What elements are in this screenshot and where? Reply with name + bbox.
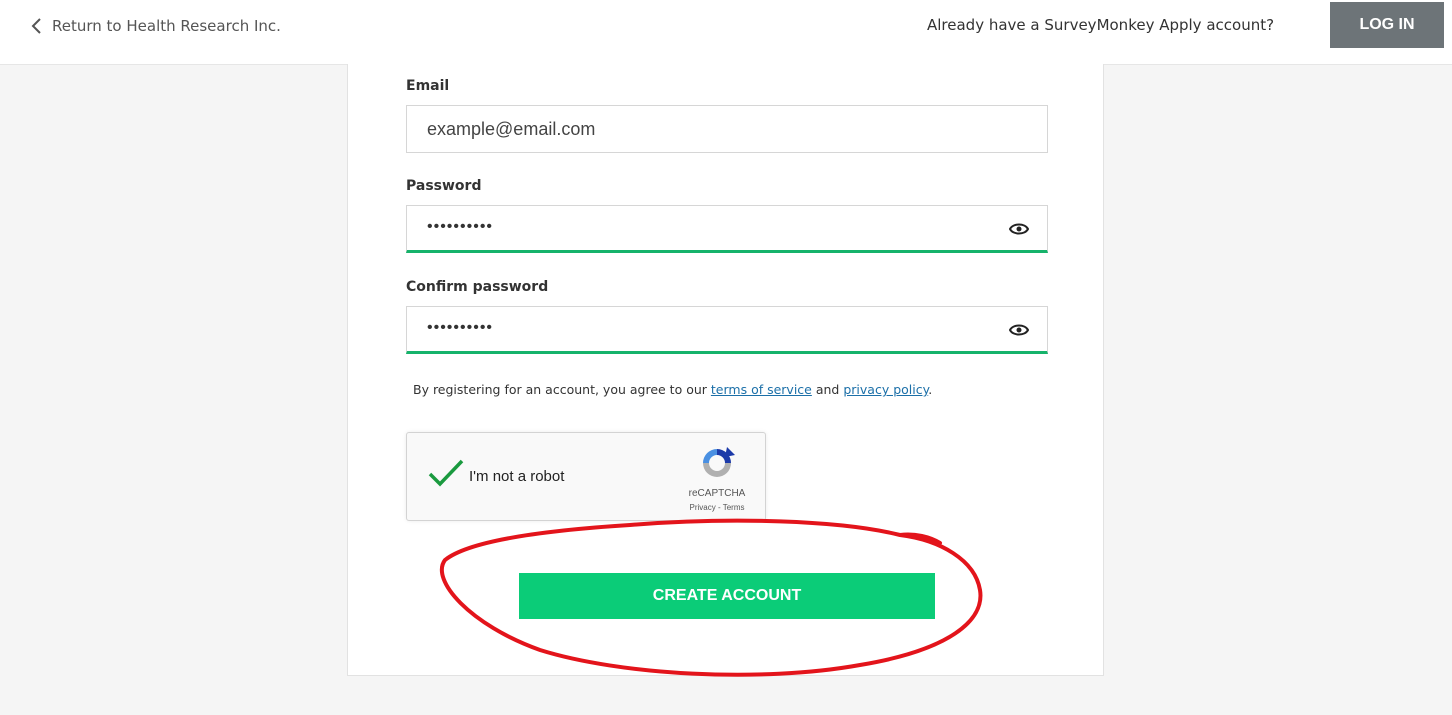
email-label: Email: [406, 78, 450, 94]
confirm-password-field[interactable]: ••••••••••: [406, 306, 1048, 354]
signup-card: Email example@email.com Password •••••••…: [347, 64, 1104, 676]
recaptcha-terms-link[interactable]: Terms: [723, 503, 745, 512]
recaptcha-links: Privacy - Terms: [669, 503, 765, 512]
password-label: Password: [406, 178, 482, 194]
recaptcha-links-separator: -: [715, 503, 723, 512]
create-account-button[interactable]: CREATE ACCOUNT: [519, 573, 935, 619]
terms-suffix: .: [928, 382, 933, 397]
password-field[interactable]: ••••••••••: [406, 205, 1048, 253]
terms-prefix: By registering for an account, you agree…: [413, 382, 711, 397]
terms-middle: and: [811, 382, 844, 397]
checkmark-icon[interactable]: [427, 457, 465, 489]
show-password-eye-icon[interactable]: [1009, 221, 1029, 237]
return-link-label: Return to Health Research Inc.: [52, 17, 281, 35]
terms-of-service-link[interactable]: terms of service: [711, 382, 812, 397]
terms-notice: By registering for an account, you agree…: [413, 382, 932, 397]
email-value: example@email.com: [427, 119, 596, 139]
confirm-password-label: Confirm password: [406, 279, 549, 295]
show-confirm-password-eye-icon[interactable]: [1009, 322, 1029, 338]
already-have-account-text: Already have a SurveyMonkey Apply accoun…: [927, 16, 1275, 34]
recaptcha-privacy-link[interactable]: Privacy: [690, 503, 716, 512]
confirm-password-masked-value: ••••••••••: [427, 319, 494, 336]
not-a-robot-label: I'm not a robot: [469, 468, 565, 485]
top-bar: Return to Health Research Inc. Already h…: [0, 0, 1452, 65]
recaptcha-brand: reCAPTCHA: [688, 488, 746, 499]
recaptcha-widget: I'm not a robot reCAPTCHA Privacy - Term…: [406, 432, 766, 521]
chevron-left-icon: [31, 18, 41, 34]
email-field[interactable]: example@email.com: [406, 105, 1048, 153]
return-link[interactable]: Return to Health Research Inc.: [30, 15, 281, 37]
login-button[interactable]: LOG IN: [1330, 2, 1444, 48]
password-masked-value: ••••••••••: [427, 218, 494, 235]
recaptcha-logo-icon: [703, 447, 735, 477]
privacy-policy-link[interactable]: privacy policy: [843, 382, 928, 397]
